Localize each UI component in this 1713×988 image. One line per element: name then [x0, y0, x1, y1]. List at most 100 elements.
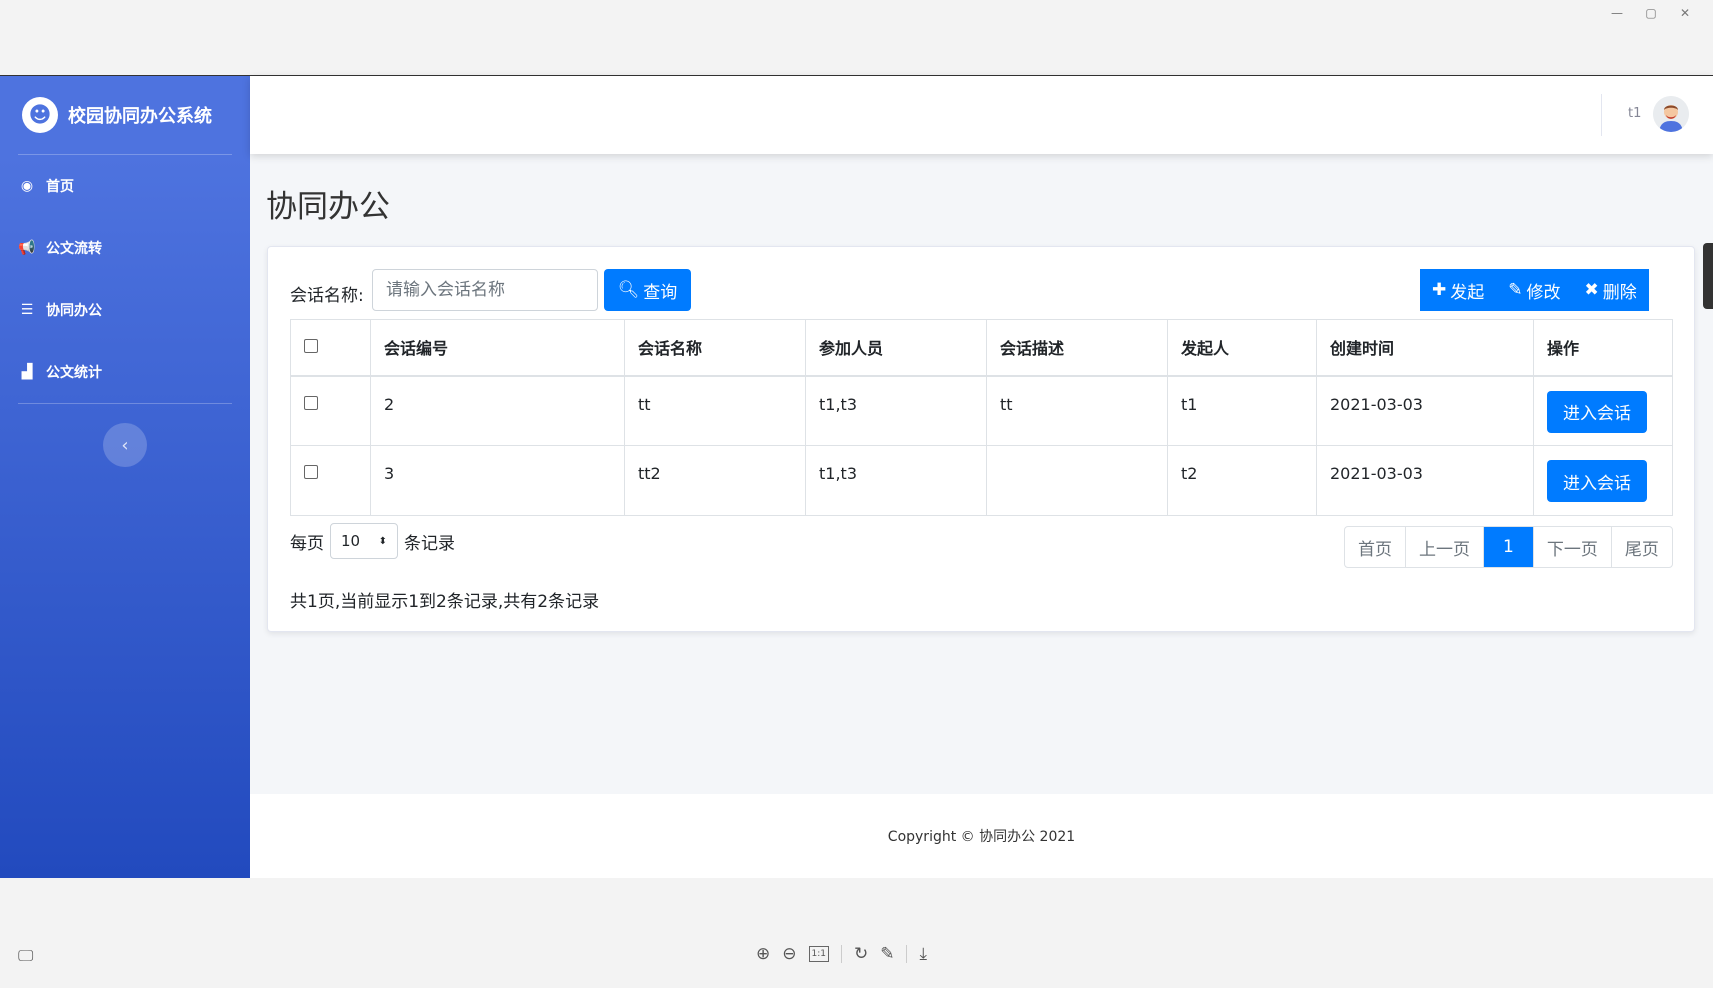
- row-checkbox[interactable]: [304, 395, 318, 410]
- pagination: 首页 上一页 1 下一页 尾页: [1344, 526, 1673, 568]
- cell-members: t1,t3: [805, 375, 987, 446]
- per-page-select[interactable]: 10 ⬍: [330, 523, 398, 559]
- download-icon[interactable]: ⤓: [919, 944, 927, 964]
- bullhorn-icon: 📢: [18, 240, 36, 256]
- create-button-label: 发起: [1450, 282, 1485, 303]
- table-row: 2 tt t1,t3 tt t1 2021-03-03 进入会话: [290, 375, 1673, 446]
- monitor-icon[interactable]: 🖵: [18, 946, 33, 966]
- cell-description: tt: [986, 375, 1168, 446]
- column-header: 会话名称: [624, 319, 806, 377]
- table-row: 3 tt2 t1,t3 t2 2021-03-03 进入会话: [290, 445, 1673, 516]
- minimize-icon[interactable]: —: [1609, 6, 1625, 20]
- app-window: ☻ 校园协同办公系统 ◉ 首页 📢 公文流转 ☰ 协同办公 ▟ 公文统计 ‹ t…: [0, 76, 1713, 878]
- sidebar-item-label: 协同办公: [46, 303, 102, 319]
- per-page-suffix: 条记录: [404, 533, 455, 554]
- cell-id: 2: [370, 375, 625, 446]
- search-button-label: 查询: [643, 282, 678, 303]
- records-summary: 共1页,当前显示1到2条记录,共有2条记录: [290, 592, 600, 612]
- page-current[interactable]: 1: [1484, 527, 1534, 567]
- avatar[interactable]: [1653, 96, 1689, 132]
- times-icon: ✖: [1584, 280, 1599, 300]
- user-name[interactable]: t1: [1628, 106, 1641, 121]
- edit-button[interactable]: ✎ 修改: [1496, 269, 1573, 311]
- column-header: 会话描述: [986, 319, 1168, 377]
- plus-icon: ✚: [1432, 280, 1447, 300]
- close-icon[interactable]: ✕: [1677, 6, 1693, 20]
- cell-action: 进入会话: [1533, 375, 1673, 446]
- sidebar-divider: [18, 403, 232, 404]
- sort-icon: ⬍: [378, 535, 387, 547]
- search-button[interactable]: 🔍︎ 查询: [604, 269, 691, 311]
- select-all-cell: [290, 319, 371, 377]
- cell-name: tt2: [624, 445, 806, 516]
- footer: Copyright © 协同办公 2021: [250, 794, 1713, 878]
- zoom-in-icon[interactable]: ⊕: [756, 944, 770, 964]
- search-icon: 🔍︎: [617, 280, 640, 300]
- sessions-table: 会话编号 会话名称 参加人员 会话描述 发起人 创建时间 操作 2 tt t1,…: [290, 319, 1673, 516]
- create-button[interactable]: ✚ 发起: [1420, 269, 1497, 311]
- page-title: 协同办公: [266, 189, 390, 225]
- page-first[interactable]: 首页: [1345, 527, 1406, 567]
- actual-size-icon[interactable]: 1:1: [808, 946, 829, 962]
- delete-button[interactable]: ✖ 删除: [1572, 269, 1649, 311]
- viewer-tools: ⊕ ⊖ 1:1 ↻ ✎ ⤓: [756, 944, 927, 964]
- per-page-prefix: 每页: [290, 533, 324, 554]
- search-label: 会话名称:: [290, 286, 364, 306]
- select-all-checkbox[interactable]: [304, 338, 318, 353]
- content-card: 会话名称: 🔍︎ 查询 ✚ 发起 ✎ 修改 ✖ 删除 会: [267, 246, 1695, 632]
- row-checkbox[interactable]: [304, 465, 318, 479]
- viewer-titlebar: — ▢ ✕: [0, 0, 1713, 76]
- sidebar-item-collaboration[interactable]: ☰ 协同办公: [0, 279, 250, 341]
- toolbar-separator: [906, 945, 908, 963]
- zoom-out-icon[interactable]: ⊖: [782, 944, 796, 964]
- column-header: 参加人员: [805, 319, 987, 377]
- page-next[interactable]: 下一页: [1534, 527, 1612, 567]
- column-header: 会话编号: [370, 319, 625, 377]
- cell-id: 3: [370, 445, 625, 516]
- toolbar-separator: [840, 945, 842, 963]
- row-select-cell: [290, 375, 371, 446]
- sidebar-item-document-flow[interactable]: 📢 公文流转: [0, 217, 250, 279]
- edit-button-label: 修改: [1526, 282, 1561, 303]
- action-button-group: ✚ 发起 ✎ 修改 ✖ 删除: [1420, 269, 1649, 311]
- sidebar-item-label: 公文流转: [46, 241, 102, 257]
- column-header: 操作: [1533, 319, 1673, 377]
- sidebar-item-label: 公文统计: [46, 365, 102, 381]
- page-prev[interactable]: 上一页: [1406, 527, 1484, 567]
- page-last[interactable]: 尾页: [1612, 527, 1672, 567]
- maximize-icon[interactable]: ▢: [1643, 6, 1659, 20]
- delete-button-label: 删除: [1602, 282, 1637, 303]
- chart-area-icon: ▟: [21, 364, 33, 380]
- edit-icon: ✎: [1508, 280, 1523, 300]
- rotate-icon[interactable]: ↻: [854, 944, 868, 964]
- row-select-cell: [290, 445, 371, 516]
- cell-action: 进入会话: [1533, 445, 1673, 516]
- chevron-left-icon: ‹: [121, 434, 129, 456]
- enter-session-button[interactable]: 进入会话: [1547, 390, 1647, 433]
- cell-created: 2021-03-03: [1316, 445, 1534, 516]
- search-input[interactable]: [372, 269, 598, 311]
- viewer-toolbar: 🖵 ⊕ ⊖ 1:1 ↻ ✎ ⤓: [0, 878, 1713, 988]
- table-header-row: 会话编号 会话名称 参加人员 会话描述 发起人 创建时间 操作: [290, 319, 1673, 377]
- pencil-icon[interactable]: ✎: [880, 944, 894, 964]
- per-page-value: 10: [341, 532, 361, 550]
- sidebar-item-statistics[interactable]: ▟ 公文统计: [0, 341, 250, 403]
- brand[interactable]: ☻ 校园协同办公系统: [0, 76, 250, 154]
- cell-created: 2021-03-03: [1316, 375, 1534, 446]
- sidebar-item-label: 首页: [46, 179, 74, 195]
- cell-description: [986, 445, 1168, 516]
- per-page-control: 每页 10 ⬍ 条记录: [290, 523, 455, 559]
- sidebar-toggle-button[interactable]: ‹: [103, 423, 147, 467]
- server-icon: ☰: [20, 302, 34, 318]
- cell-name: tt: [624, 375, 806, 446]
- sidebar-item-home[interactable]: ◉ 首页: [0, 155, 250, 217]
- dashboard-icon: ◉: [20, 178, 34, 194]
- copyright-text: Copyright © 协同办公 2021: [887, 829, 1076, 845]
- user-avatar-icon: [1653, 96, 1689, 132]
- cell-creator: t2: [1167, 445, 1317, 516]
- topbar: t1: [250, 76, 1713, 154]
- scrollbar-handle[interactable]: [1703, 243, 1713, 309]
- enter-session-button[interactable]: 进入会话: [1547, 460, 1647, 502]
- cell-creator: t1: [1167, 375, 1317, 446]
- sidebar: ☻ 校园协同办公系统 ◉ 首页 📢 公文流转 ☰ 协同办公 ▟ 公文统计 ‹: [0, 76, 250, 878]
